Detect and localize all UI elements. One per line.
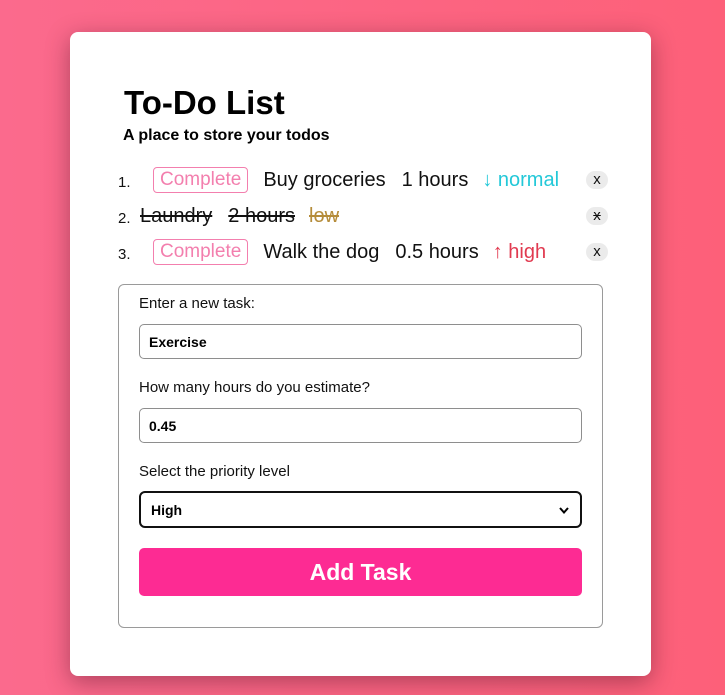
task-input[interactable] <box>139 324 582 359</box>
todo-priority: low <box>309 204 340 227</box>
todo-priority: ↑ high <box>493 241 546 264</box>
new-task-form: Enter a new task: How many hours do you … <box>118 284 603 628</box>
todo-hours: 1 hours <box>401 168 469 191</box>
delete-button[interactable]: x <box>586 207 608 225</box>
todo-name: Laundry <box>140 204 213 227</box>
complete-button[interactable]: Complete <box>153 239 249 265</box>
todo-priority-label: high <box>508 240 547 263</box>
arrow-down-icon: ↓ <box>482 168 493 191</box>
todo-item: 2. Laundry 2 hours low x <box>118 198 608 234</box>
todo-card: To-Do List A place to store your todos 1… <box>70 32 651 676</box>
page-title: To-Do List <box>124 84 285 121</box>
todo-index: 3. <box>118 245 131 263</box>
delete-button[interactable]: x <box>586 243 608 261</box>
complete-button[interactable]: Complete <box>153 167 249 193</box>
hours-label: How many hours do you estimate? <box>139 379 370 396</box>
todo-name: Buy groceries <box>263 168 386 191</box>
hours-input[interactable] <box>139 408 582 443</box>
add-task-button[interactable]: Add Task <box>139 548 582 596</box>
task-label: Enter a new task: <box>139 295 255 312</box>
chevron-down-icon <box>559 506 569 514</box>
todo-priority-label: normal <box>497 168 560 191</box>
todo-index: 1. <box>118 173 131 191</box>
todo-item: 3. Complete Walk the dog 0.5 hours ↑ hig… <box>118 234 608 270</box>
page-subtitle: A place to store your todos <box>123 127 330 144</box>
todo-name: Walk the dog <box>263 240 380 263</box>
todo-hours: 2 hours <box>228 204 295 227</box>
priority-select-value: High <box>151 501 183 518</box>
arrow-up-icon: ↑ <box>492 240 503 263</box>
todo-list: 1. Complete Buy groceries 1 hours ↓ norm… <box>118 162 608 270</box>
delete-button[interactable]: x <box>586 171 608 189</box>
todo-priority: ↓ normal <box>482 169 559 192</box>
todo-index: 2. <box>118 209 131 227</box>
todo-item: 1. Complete Buy groceries 1 hours ↓ norm… <box>118 162 608 198</box>
priority-select[interactable]: High <box>139 491 582 528</box>
priority-label: Select the priority level <box>139 463 290 480</box>
todo-hours: 0.5 hours <box>395 240 479 263</box>
